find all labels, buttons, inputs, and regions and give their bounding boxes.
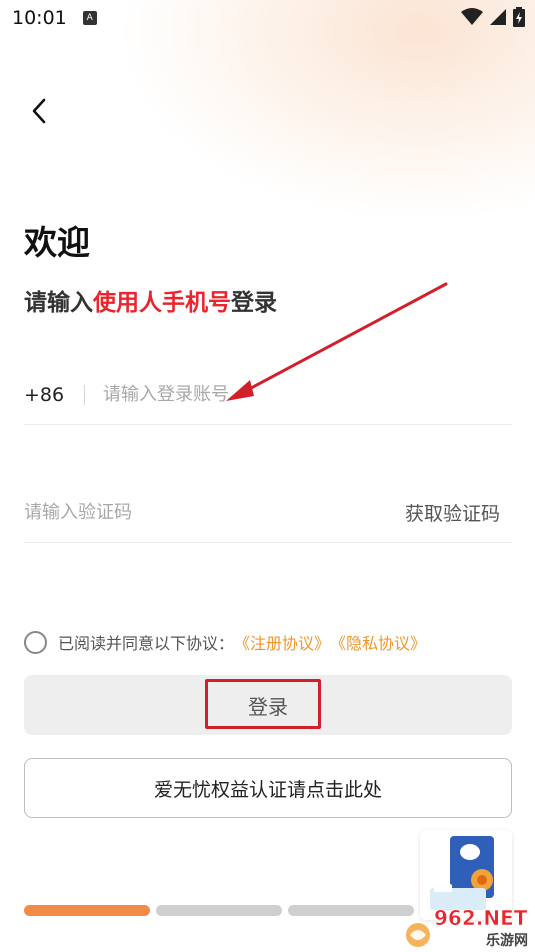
indicator-2[interactable] — [156, 905, 282, 916]
watermark-line1: 962.NET — [434, 906, 528, 930]
status-bar: 10:01 A — [0, 0, 535, 36]
code-row: 获取验证码 — [24, 483, 512, 543]
phone-input[interactable] — [103, 384, 512, 405]
site-watermark: 962.NET 乐游网 — [400, 895, 530, 950]
privacy-agreement-link[interactable]: 《隐私协议》 — [330, 630, 426, 654]
agreement-text: 已阅读并同意以下协议： — [58, 634, 235, 653]
annotation-highlight-box — [205, 679, 321, 729]
certification-button-label: 爱无忧权益认证请点击此处 — [153, 778, 382, 801]
notification-icon: A — [82, 11, 97, 25]
indicator-3[interactable] — [288, 905, 414, 916]
country-code[interactable]: +86 — [24, 384, 84, 406]
register-agreement-link[interactable]: 《注册协议》 — [234, 630, 330, 654]
back-button[interactable] — [24, 96, 54, 126]
certification-button[interactable]: 爱无忧权益认证请点击此处 — [24, 758, 512, 818]
phone-row: +86 — [24, 365, 512, 425]
chevron-left-icon — [32, 98, 46, 124]
signal-icon — [490, 9, 506, 25]
code-input[interactable] — [24, 502, 405, 523]
indicator-1[interactable] — [24, 905, 150, 916]
battery-icon — [513, 7, 525, 27]
subtitle-prefix: 请输入 — [24, 290, 93, 316]
agreement-row: 已阅读并同意以下协议： 《注册协议》 《隐私协议》 — [24, 630, 426, 654]
watermark-logo: 962.NET 乐游网 — [406, 906, 528, 949]
wifi-icon — [461, 8, 483, 25]
status-time: 10:01 — [12, 7, 67, 29]
welcome-title: 欢迎 — [24, 223, 90, 262]
agree-checkbox[interactable] — [24, 630, 47, 654]
subtitle-highlight: 使用人手机号 — [93, 290, 231, 316]
login-subtitle: 请输入使用人手机号登录 — [24, 283, 277, 317]
get-code-button[interactable]: 获取验证码 — [405, 499, 512, 526]
subtitle-suffix: 登录 — [231, 290, 277, 316]
watermark-line2: 乐游网 — [486, 932, 528, 949]
status-icons — [461, 7, 525, 27]
field-divider — [84, 384, 85, 405]
carousel-indicator — [24, 905, 414, 916]
